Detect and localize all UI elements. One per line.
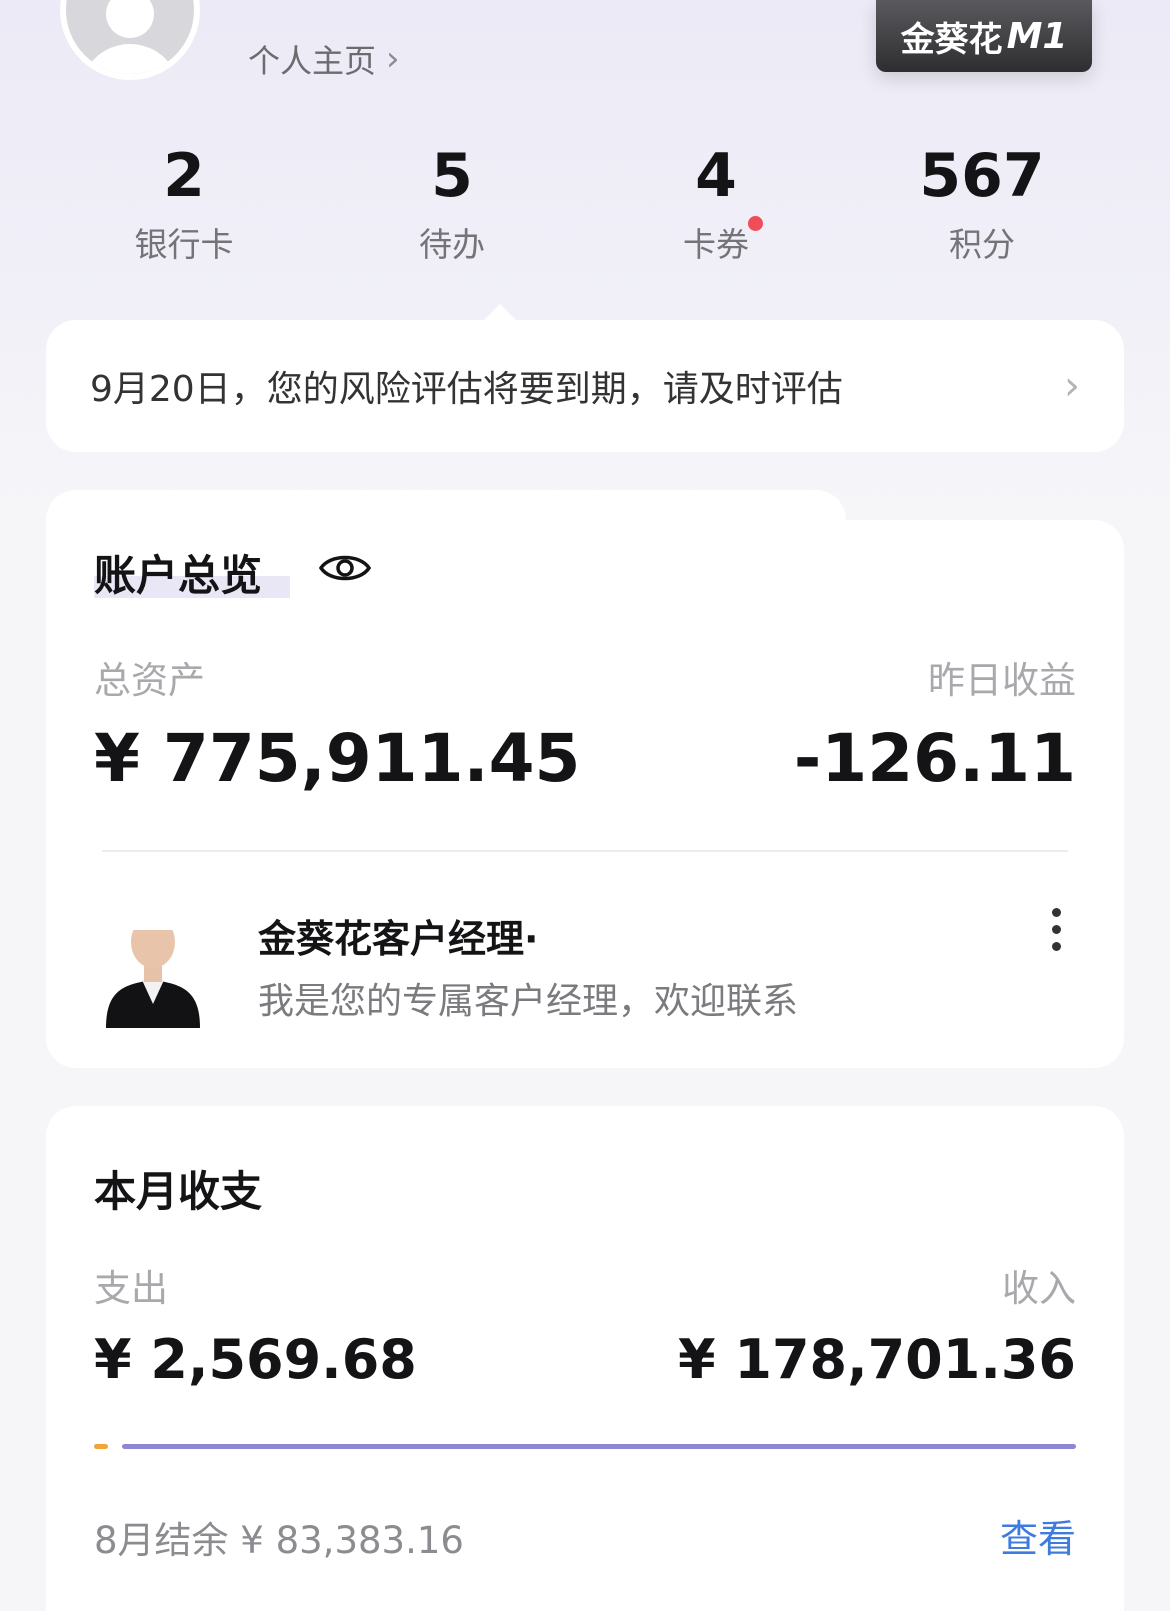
yesterday-earnings-value[interactable]: -126.11 [794,720,1076,797]
stat-value: 567 [919,141,1045,211]
stat-label-wrap: 卡券 [683,216,763,266]
stat-label: 卡券 [683,225,749,264]
stat-todo[interactable]: 5 待办 [352,140,552,266]
divider [102,850,1068,852]
view-link[interactable]: 查看 [1000,1508,1076,1563]
stats-row: 2 银行卡 5 待办 4 卡券 567 积分 [0,140,1170,270]
account-overview-card: 账户总览 总资产 昨日收益 ¥ 775,911.45 -126.11 金葵花客户… [46,490,1124,1068]
level-brand: 金葵花 [900,19,1003,60]
chevron-right-icon: › [1064,363,1080,409]
user-avatar[interactable] [60,0,200,80]
avatar-body-shape [80,44,180,74]
monthly-title: 本月收支 [94,1167,263,1216]
yesterday-earnings-label: 昨日收益 [928,659,1076,702]
eye-icon[interactable] [318,550,372,586]
stat-label: 银行卡 [134,225,234,264]
notification-dot [748,216,763,231]
avatar-head-shape [106,0,154,38]
risk-assessment-notice[interactable]: 9月20日，您的风险评估将要到期，请及时评估 › [46,304,1124,452]
monthly-summary-card: 本月收支 支出 收入 ¥ 2,569.68 ¥ 178,701.36 8月结余 … [46,1106,1124,1611]
level-tier: M1 [1006,15,1068,57]
stat-label: 待办 [419,225,485,264]
stat-coupons[interactable]: 4 卡券 [616,140,816,266]
expense-label: 支出 [94,1267,168,1310]
card-tab-shape [46,490,846,550]
total-assets-label: 总资产 [94,659,205,702]
more-vertical-icon[interactable] [1048,908,1064,958]
member-level-badge[interactable]: 金葵花 M1 [876,0,1092,72]
manager-description: 我是您的专属客户经理，欢迎联系 [258,981,799,1022]
stat-value: 2 [163,141,205,211]
manager-avatar[interactable] [98,900,208,1028]
stat-value: 5 [431,141,473,211]
chevron-right-icon: › [386,39,400,79]
stat-value: 4 [695,141,737,211]
income-bar [122,1444,1076,1449]
total-assets-value[interactable]: ¥ 775,911.45 [94,720,580,797]
stat-points[interactable]: 567 积分 [882,140,1082,266]
income-label: 收入 [1002,1267,1076,1310]
income-value[interactable]: ¥ 178,701.36 [678,1328,1076,1391]
notice-text: 9月20日，您的风险评估将要到期，请及时评估 [90,369,843,410]
expense-value[interactable]: ¥ 2,569.68 [94,1328,417,1391]
manager-name[interactable]: 金葵花客户经理· [258,908,538,963]
stat-bank-cards[interactable]: 2 银行卡 [84,140,284,266]
account-overview-title: 账户总览 [94,551,263,600]
homepage-link[interactable]: 个人主页 › [248,36,400,82]
last-month-balance: 8月结余 ¥ 83,383.16 [94,1519,464,1562]
expense-bar [94,1444,108,1449]
stat-label: 积分 [949,225,1015,264]
homepage-label: 个人主页 [248,42,377,80]
